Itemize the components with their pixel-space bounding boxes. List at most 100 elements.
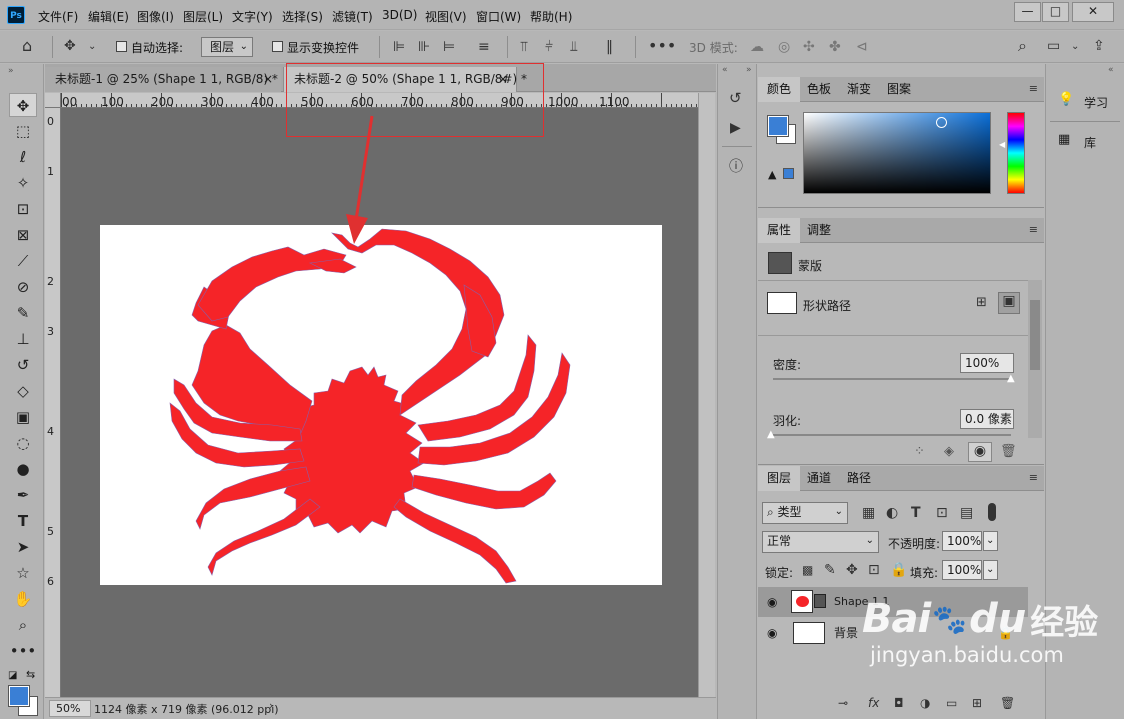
show-transform-checkbox[interactable] [272,41,283,52]
layer-name[interactable]: 背景 [834,618,858,648]
zoom-field[interactable]: 50% [49,700,91,717]
chevron-down-icon[interactable]: ⌄ [88,39,96,55]
tab-gradients[interactable]: 渐变 [838,77,880,102]
brush-tool-icon[interactable]: ✎ [9,301,37,325]
frame-tool-icon[interactable]: ⊠ [9,223,37,247]
move-tool-icon[interactable]: ✥ [64,38,76,54]
collapse-icon[interactable]: « [722,65,728,75]
collapse-icon[interactable]: « [1108,65,1114,75]
vertical-scrollbar[interactable] [698,93,715,697]
foreground-color-swatch[interactable] [8,685,30,707]
lock-transparent-icon[interactable]: ▩ [802,562,813,578]
collapse-icon[interactable]: » [8,66,14,76]
3d-orbit-icon[interactable]: ☁ [750,39,764,55]
density-slider[interactable] [773,378,1011,380]
adjustment-layer-icon[interactable]: ◑ [920,695,930,711]
chevron-down-icon[interactable]: ⌄ [1071,39,1079,55]
maximize-button[interactable]: □ [1042,2,1069,22]
delete-mask-icon[interactable]: 🗑 [1000,444,1017,460]
density-field[interactable]: 100% [960,353,1014,373]
zoom-tool-icon[interactable]: ⌕ [9,613,37,637]
menu-help[interactable]: 帮助(H) [530,8,572,25]
menu-layer[interactable]: 图层(L) [183,8,223,25]
tab-channels[interactable]: 通道 [798,466,840,491]
menu-edit[interactable]: 编辑(E) [88,8,129,25]
default-colors-icon[interactable]: ◪ [8,670,17,681]
shape-tool-icon[interactable]: ☆ [9,561,37,585]
menu-select[interactable]: 选择(S) [282,8,323,25]
more-tools-icon[interactable]: ••• [9,639,37,663]
filter-type-icon[interactable]: T [911,505,921,521]
fill-field[interactable]: 100% [942,560,982,580]
feather-field[interactable]: 0.0 像素 [960,409,1014,429]
document-info[interactable]: 1124 像素 x 719 像素 (96.012 ppi) [94,701,279,717]
auto-select-checkbox[interactable] [116,41,127,52]
add-mask-icon[interactable]: ⊞ [976,295,987,311]
hand-tool-icon[interactable]: ✋ [9,587,37,611]
fill-dropdown[interactable]: ⌄ [983,560,998,580]
blur-tool-icon[interactable]: ◌ [9,431,37,455]
vector-mask-icon[interactable]: ▣ [998,292,1020,314]
learn-panel-button[interactable]: 💡 学习 [1046,81,1124,121]
align-bottom-icon[interactable]: ⫫ [570,39,578,55]
align-left-icon[interactable]: ⊫ [393,39,405,55]
eyedropper-icon[interactable]: ⟋ [9,249,37,273]
menu-3d[interactable]: 3D(D) [382,8,417,22]
load-selection-icon[interactable]: ⁘ [914,444,925,460]
web-safe-swatch[interactable] [783,168,794,179]
path-select-icon[interactable]: ➤ [9,535,37,559]
feather-slider[interactable] [773,434,1011,436]
opacity-field[interactable]: 100% [942,531,982,551]
color-picker-cursor[interactable] [936,117,947,128]
history-brush-icon[interactable]: ↺ [9,353,37,377]
lock-pixels-icon[interactable]: ✎ [824,562,836,578]
tab-swatches[interactable]: 色板 [798,77,840,102]
align-middle-icon[interactable]: ⫩ [545,39,553,55]
3d-pan-icon[interactable]: ✣ [803,39,815,55]
slider-handle[interactable]: ▲ [1007,373,1015,384]
home-icon[interactable]: ⌂ [22,38,32,54]
share-icon[interactable]: ⇪ [1093,38,1105,54]
menu-view[interactable]: 视图(V) [425,8,467,25]
align-top-icon[interactable]: ⫪ [520,39,528,55]
gradient-tool-icon[interactable]: ▣ [9,405,37,429]
library-panel-button[interactable]: ▦ 库 [1046,124,1124,160]
slider-handle[interactable]: ▲ [767,429,775,440]
dodge-tool-icon[interactable]: ● [9,457,37,481]
menu-window[interactable]: 窗口(W) [476,8,521,25]
crab-shape[interactable] [100,225,662,585]
panel-menu-icon[interactable]: ≡ [1029,82,1038,95]
menu-file[interactable]: 文件(F) [38,8,78,25]
group-folder-icon[interactable]: ▭ [946,695,957,711]
close-window-button[interactable]: ✕ [1072,2,1114,22]
tab-color[interactable]: 颜色 [758,77,801,102]
marquee-tool-icon[interactable]: ⬚ [9,119,37,143]
more-options-icon[interactable]: ••• [648,38,676,54]
fx-icon[interactable]: fx [868,695,879,711]
hue-marker[interactable]: ◀ [999,140,1005,149]
actions-play-icon[interactable]: ▶ [730,120,741,136]
filter-shape-icon[interactable]: ⊡ [936,505,948,521]
healing-brush-icon[interactable]: ⊘ [9,275,37,299]
pen-tool-icon[interactable]: ✒ [9,483,37,507]
lock-position-icon[interactable]: ✥ [846,562,858,578]
add-mask-icon[interactable]: ◘ [894,695,904,711]
visibility-icon[interactable]: ◉ [968,442,992,462]
menu-filter[interactable]: 滤镜(T) [332,8,373,25]
filter-adjustment-icon[interactable]: ◐ [886,505,898,521]
new-layer-icon[interactable]: ⊞ [972,695,982,711]
type-tool-icon[interactable]: T [9,509,37,533]
tab-patterns[interactable]: 图案 [878,77,920,102]
tab-properties[interactable]: 属性 [758,218,801,243]
color-field[interactable] [803,112,991,194]
apply-mask-icon[interactable]: ◈ [944,444,954,460]
document-canvas[interactable] [100,225,662,585]
search-icon[interactable]: ⌕ [1018,38,1027,54]
magic-wand-icon[interactable]: ✧ [9,171,37,195]
distribute-vertical-icon[interactable]: ‖ [606,39,613,55]
info-icon[interactable]: ⓘ [729,159,743,175]
lasso-tool-icon[interactable]: ℓ [9,145,37,169]
scroll-thumb[interactable] [1030,300,1040,370]
swap-colors-icon[interactable]: ⇆ [26,668,35,681]
warning-icon[interactable]: ▲ [768,168,776,181]
